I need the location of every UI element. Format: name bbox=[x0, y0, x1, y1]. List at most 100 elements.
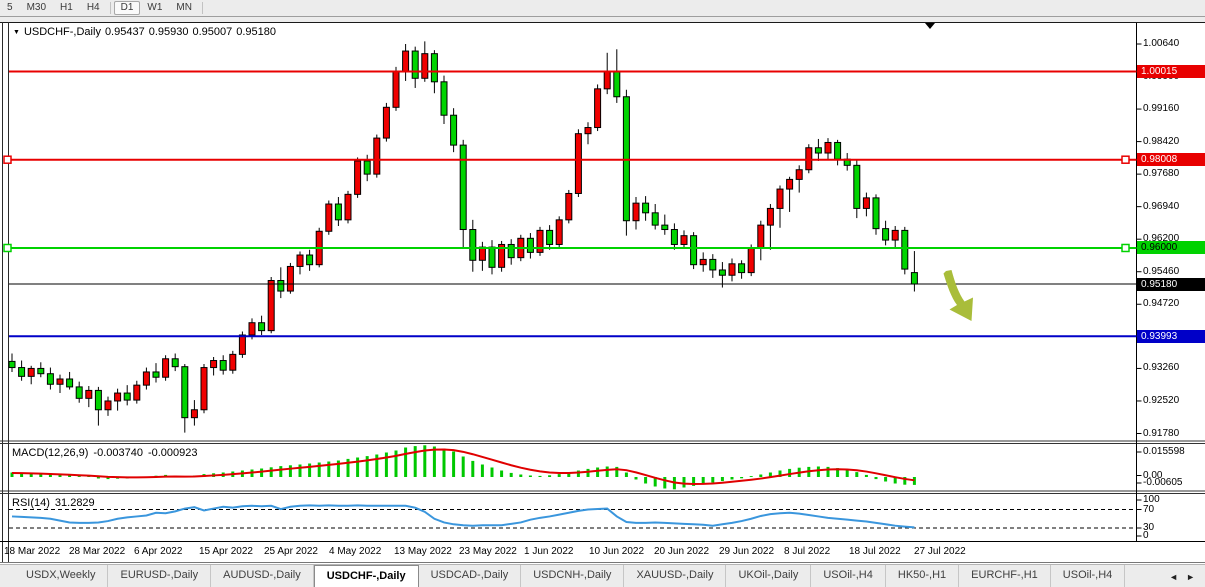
time-axis-label: 18 Mar 2022 bbox=[4, 546, 61, 557]
timeframe-button-w1[interactable]: W1 bbox=[140, 1, 169, 15]
candle-15 bbox=[152, 371, 160, 378]
candle-12 bbox=[123, 392, 131, 401]
candle-18 bbox=[181, 366, 189, 419]
time-axis-label: 27 Jul 2022 bbox=[914, 546, 966, 557]
down-arrow-annotation[interactable] bbox=[943, 270, 974, 321]
candle-23 bbox=[229, 353, 237, 371]
candle-31 bbox=[306, 254, 314, 266]
ohlc-low: 0.95007 bbox=[192, 26, 233, 38]
chart-plot-area[interactable] bbox=[0, 17, 1205, 563]
candle-59 bbox=[574, 133, 582, 194]
candle-61 bbox=[594, 88, 602, 129]
price-axis-label: 0.93260 bbox=[1143, 362, 1180, 374]
candle-20 bbox=[200, 367, 208, 411]
candle-47 bbox=[459, 144, 467, 231]
chart-tab-ukoil-daily[interactable]: UKOil-,Daily bbox=[726, 565, 812, 587]
candle-37 bbox=[363, 160, 371, 175]
candle-30 bbox=[296, 254, 304, 267]
chart-tab-eurchf-h1[interactable]: EURCHF-,H1 bbox=[959, 565, 1051, 587]
price-badge-0.95180: 0.95180 bbox=[1137, 277, 1205, 291]
timeframe-button-mn[interactable]: MN bbox=[169, 1, 199, 15]
timeframe-button-5[interactable]: 5 bbox=[0, 1, 20, 15]
candle-79 bbox=[766, 207, 774, 226]
price-axis-label: 0.99160 bbox=[1143, 103, 1180, 115]
toolbar-separator bbox=[201, 2, 203, 14]
rsi-line bbox=[11, 504, 915, 529]
candle-46 bbox=[450, 114, 458, 146]
timeframe-button-h1[interactable]: H1 bbox=[53, 1, 80, 15]
price-axis-label: 0.92520 bbox=[1143, 394, 1180, 406]
candle-0 bbox=[8, 360, 16, 369]
price-axis-label: 0.95460 bbox=[1143, 265, 1180, 277]
candle-6 bbox=[66, 378, 74, 388]
candle-25 bbox=[248, 322, 256, 336]
candle-41 bbox=[402, 50, 410, 72]
ohlc-open: 0.95437 bbox=[104, 26, 145, 38]
chart-tab-usoil-h4[interactable]: USOil-,H4 bbox=[1051, 565, 1126, 587]
candle-35 bbox=[344, 193, 352, 221]
candle-38 bbox=[373, 137, 381, 175]
candle-55 bbox=[536, 229, 544, 253]
chart-tab-audusd-daily[interactable]: AUDUSD-,Daily bbox=[211, 565, 314, 587]
candle-22 bbox=[219, 360, 227, 371]
hline-handle[interactable] bbox=[1121, 243, 1130, 253]
candle-93 bbox=[901, 229, 909, 270]
chart-tab-usdchf-daily[interactable]: USDCHF-,Daily bbox=[313, 565, 419, 587]
hline-handle[interactable] bbox=[3, 243, 12, 253]
chart-tab-usoil-h4[interactable]: USOil-,H4 bbox=[811, 565, 886, 587]
price-badge-0.98008: 0.98008 bbox=[1137, 153, 1205, 167]
candle-29 bbox=[286, 265, 294, 292]
candle-24 bbox=[238, 334, 246, 355]
rsi-axis-label: 70 bbox=[1143, 503, 1155, 515]
chart-tab-usdx-weekly[interactable]: USDX,Weekly bbox=[14, 565, 109, 587]
chart-window: ▼ USDCHF-,Daily 0.95437 0.95930 0.95007 0.951… bbox=[0, 17, 1205, 564]
time-axis-label: 15 Apr 2022 bbox=[199, 546, 253, 557]
tab-scroll-left-icon[interactable]: ◄ bbox=[1165, 572, 1182, 582]
tab-scroll-right-icon[interactable]: ► bbox=[1182, 572, 1199, 582]
candle-33 bbox=[325, 203, 333, 232]
candle-42 bbox=[411, 50, 419, 79]
price-axis-label: 0.96940 bbox=[1143, 200, 1180, 212]
candle-34 bbox=[334, 203, 342, 221]
chart-tab-hk50-h1[interactable]: HK50-,H1 bbox=[886, 565, 960, 587]
hline-handle[interactable] bbox=[3, 155, 12, 164]
toolbar-separator bbox=[109, 2, 111, 14]
candle-69 bbox=[670, 229, 678, 245]
price-axis-label: 0.91780 bbox=[1143, 427, 1180, 439]
candle-27 bbox=[267, 280, 275, 332]
candle-70 bbox=[680, 235, 688, 245]
rsi-indicator-label: RSI(14) 31.2829 bbox=[12, 497, 95, 509]
candle-94 bbox=[910, 272, 918, 285]
timeframe-button-h4[interactable]: H4 bbox=[80, 1, 107, 15]
chart-symbol-label: USDCHF-,Daily bbox=[23, 26, 101, 38]
timeframe-button-d1[interactable]: D1 bbox=[113, 1, 141, 15]
candle-26 bbox=[258, 322, 266, 332]
candle-86 bbox=[834, 141, 842, 160]
chart-tab-usdcnh-daily[interactable]: USDCNH-,Daily bbox=[521, 565, 625, 587]
candle-92 bbox=[891, 229, 899, 241]
chart-tab-usdcad-daily[interactable]: USDCAD-,Daily bbox=[419, 565, 522, 587]
candle-5 bbox=[56, 378, 64, 385]
symbol-dropdown-icon[interactable]: ▼ bbox=[13, 29, 20, 36]
candle-52 bbox=[507, 243, 515, 259]
time-axis-label: 4 May 2022 bbox=[329, 546, 382, 557]
price-axis-label: 1.00640 bbox=[1143, 38, 1180, 49]
candle-65 bbox=[632, 202, 640, 222]
candle-82 bbox=[795, 169, 803, 180]
price-axis-label: 0.94720 bbox=[1143, 298, 1180, 310]
candle-28 bbox=[277, 280, 285, 292]
time-axis-label: 28 Mar 2022 bbox=[69, 546, 126, 557]
candle-16 bbox=[162, 358, 170, 378]
candle-43 bbox=[421, 53, 429, 79]
chart-shift-marker-icon bbox=[925, 23, 935, 29]
time-axis-label: 23 May 2022 bbox=[459, 546, 517, 557]
chart-tab-xauusd-daily[interactable]: XAUUSD-,Daily bbox=[624, 565, 727, 587]
chart-tab-eurusd-daily[interactable]: EURUSD-,Daily bbox=[108, 565, 212, 587]
candle-76 bbox=[738, 263, 746, 274]
candle-84 bbox=[814, 147, 822, 154]
hline-handle[interactable] bbox=[1121, 155, 1130, 164]
candle-89 bbox=[862, 197, 870, 209]
candle-17 bbox=[171, 358, 179, 368]
candle-7 bbox=[75, 386, 83, 399]
timeframe-button-m30[interactable]: M30 bbox=[20, 1, 53, 15]
